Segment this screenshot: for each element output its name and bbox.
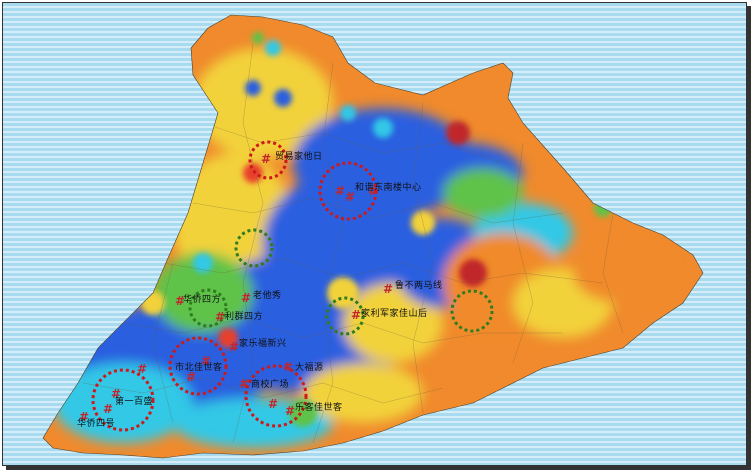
label-12: 第一百盛 (115, 397, 154, 407)
label-14: 华侨四号 (77, 419, 116, 429)
marker-14[interactable]: # (239, 378, 249, 390)
marker-9[interactable]: # (351, 309, 361, 321)
label-11: 商校广场 (251, 380, 290, 390)
label-8: 家利军家佳山后 (361, 309, 428, 319)
label-9: 市北佳世客 (175, 363, 223, 373)
label-1: 贸易家他日 (275, 152, 323, 162)
marker-20[interactable]: # (137, 363, 147, 375)
marker-13[interactable]: # (283, 361, 293, 373)
label-4: 老他秀 (253, 291, 282, 301)
label-6: 鲁不两马线 (395, 281, 443, 291)
marker-1[interactable]: # (261, 153, 271, 165)
marker-18[interactable]: # (103, 403, 113, 415)
marker-5[interactable]: # (241, 292, 251, 304)
label-10: 大福源 (295, 363, 324, 373)
marker-2[interactable]: # (335, 185, 345, 197)
label-7: 家乐福新兴 (239, 339, 287, 349)
label-13: 乐客佳世客 (295, 403, 343, 413)
marker-15[interactable]: # (268, 398, 278, 410)
marker-16[interactable]: # (285, 405, 295, 417)
label-2: 和谐东南楼中心 (355, 183, 422, 193)
label-3: 华侨四方 (183, 295, 222, 305)
map-frame: # # # # # # # # # # # # # # # # # # # # … (2, 2, 747, 466)
label-5: 利群四方 (225, 312, 264, 322)
marker-3[interactable]: # (345, 191, 355, 203)
marker-10[interactable]: # (229, 341, 239, 353)
marker-7[interactable]: # (215, 311, 225, 323)
marker-8[interactable]: # (383, 283, 393, 295)
